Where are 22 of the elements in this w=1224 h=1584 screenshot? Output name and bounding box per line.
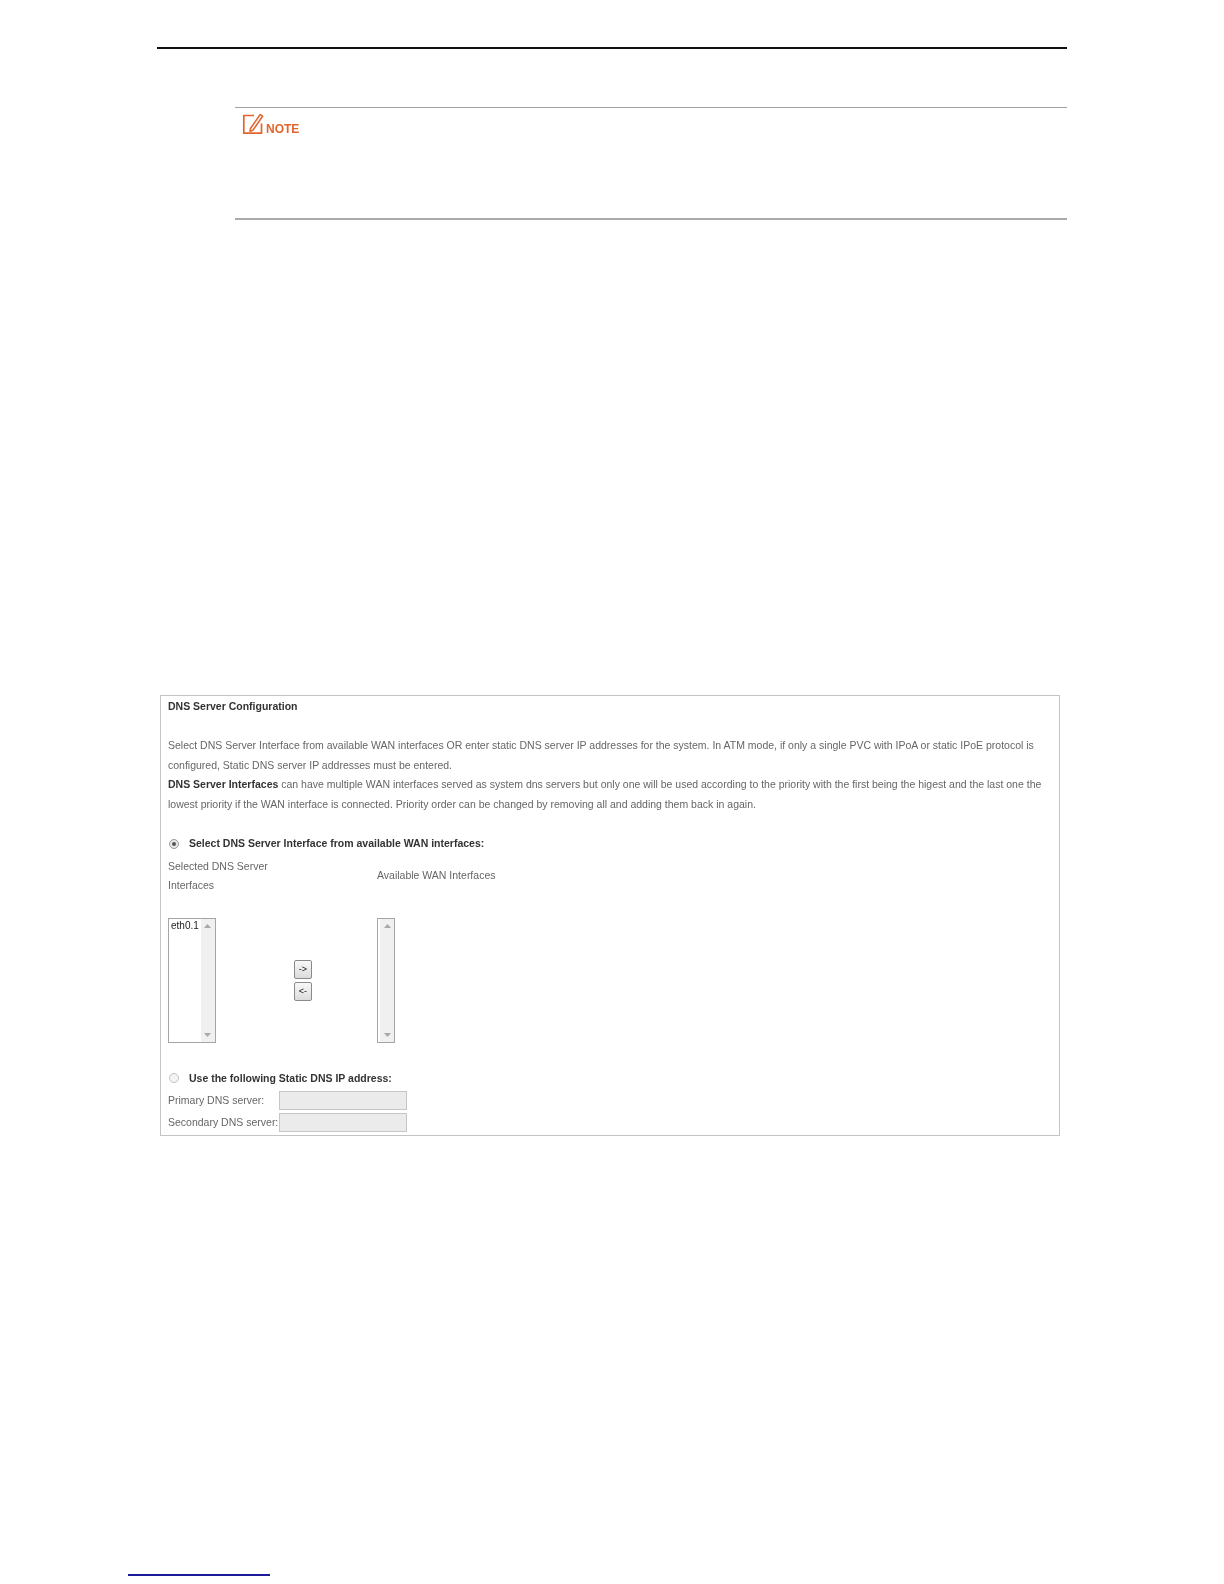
listbox[interactable]: eth0.1 bbox=[168, 917, 216, 1043]
radio-label: Select DNS Server Interface from available WAN interfaces: bbox=[189, 836, 485, 851]
scroll-up-icon[interactable] bbox=[383, 923, 391, 928]
scroll-up-icon[interactable] bbox=[204, 923, 212, 928]
note-pencil-icon bbox=[242, 113, 264, 135]
panel-title: DNS Server Configuration bbox=[168, 699, 299, 714]
column-heading: Available WAN Interfaces bbox=[377, 868, 496, 884]
listbox-item[interactable]: eth0.1 bbox=[171, 919, 201, 932]
description-text: DNS Server Interfaces can have multiple WAN interfaces served as system dns servers but only one will be used according to the priority with the first being the higest and the last one the lowest priority if the WAN interface is connected. Priority order can be changed by removing all and adding them back in again. bbox=[168, 777, 1043, 812]
scroll-down-icon[interactable] bbox=[204, 1032, 212, 1037]
field-label: Primary DNS server: bbox=[168, 1093, 266, 1108]
scroll-down-icon[interactable] bbox=[383, 1032, 391, 1037]
radio-button[interactable] bbox=[169, 1073, 179, 1084]
move-button[interactable]: <- bbox=[294, 981, 312, 1001]
field-label: Secondary DNS server: bbox=[168, 1115, 279, 1130]
move-button[interactable]: -> bbox=[294, 959, 312, 979]
note-label: NOTE bbox=[266, 123, 300, 135]
scrollbar[interactable] bbox=[200, 918, 215, 1042]
radio-label: Use the following Static DNS IP address: bbox=[189, 1070, 392, 1086]
radio-button[interactable] bbox=[169, 838, 179, 849]
column-heading: Selected DNS Server Interfaces bbox=[168, 858, 269, 893]
description-text: Select DNS Server Interface from available WAN interfaces OR enter static DNS server IP addresses for the system. In ATM mode, if only a single PVC with IPoA or static IPoE protocol is configured, Static DNS server IP addresses must be entered. bbox=[168, 738, 1035, 773]
